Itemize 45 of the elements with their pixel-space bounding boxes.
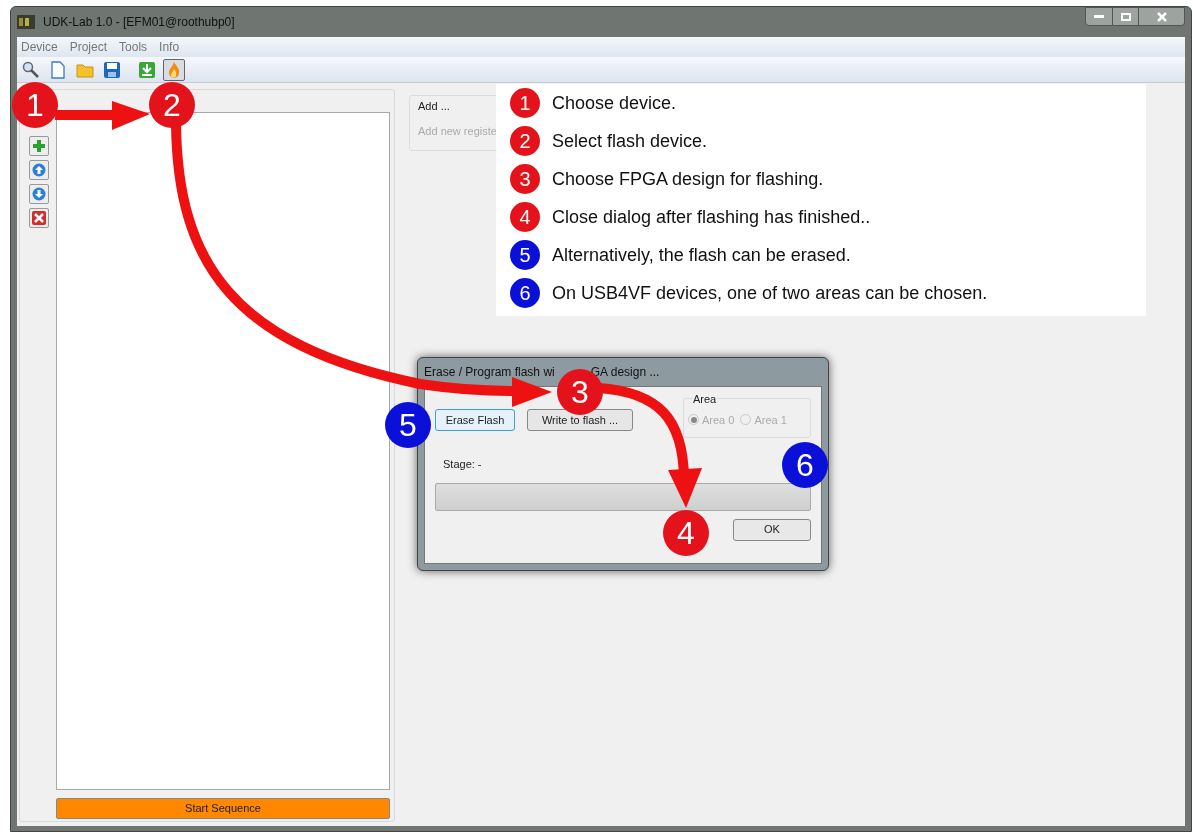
window-title: UDK-Lab 1.0 - [EFM01@roothubp0] <box>43 14 235 31</box>
number-badge: 3 <box>510 164 540 194</box>
start-sequence-button[interactable]: Start Sequence <box>56 798 390 819</box>
erase-flash-button[interactable]: Erase Flash <box>435 409 515 431</box>
side-button[interactable] <box>29 160 49 180</box>
flame-icon <box>167 60 181 79</box>
search-icon <box>22 60 40 79</box>
close-button[interactable] <box>1139 7 1185 26</box>
callout-text: Choose device. <box>552 91 677 115</box>
menu-item[interactable]: Info <box>159 38 180 56</box>
callout-text: Alternatively, the flash can be erased. <box>552 243 851 267</box>
number-badge: 6 <box>510 278 540 308</box>
number-badge: 1 <box>510 88 540 118</box>
menu-item[interactable]: Device <box>21 38 58 56</box>
write-to-flash-button[interactable]: Write to flash ... <box>527 409 633 431</box>
number-badge: 4 <box>510 202 540 232</box>
download-icon <box>138 60 156 79</box>
close-icon <box>1156 11 1167 22</box>
number-badge: 2 <box>510 126 540 156</box>
side-button[interactable] <box>29 208 49 228</box>
stage-label: Stage: - <box>443 457 482 472</box>
callout-text: Choose FPGA design for flashing. <box>552 167 824 191</box>
app-logo-icon <box>17 15 35 29</box>
callout-text: Select flash device. <box>552 129 708 153</box>
floppy-icon <box>103 60 121 79</box>
maximize-button[interactable] <box>1113 7 1139 26</box>
plus-icon <box>32 139 46 153</box>
menu-item[interactable]: Tools <box>119 38 148 56</box>
menu-item[interactable]: Project <box>69 38 108 56</box>
callout-text: On USB4VF devices, one of two areas can be chosen. <box>552 281 988 305</box>
callout-text: Close dialog after flashing has finished.. <box>552 205 871 229</box>
minimize-button[interactable] <box>1085 7 1113 26</box>
document-icon <box>50 60 66 79</box>
ok-button[interactable]: OK <box>733 518 811 541</box>
folder-icon <box>76 61 94 78</box>
down-arrow-icon <box>32 187 46 201</box>
add-register-field[interactable]: Add new registe <box>418 122 500 139</box>
side-button[interactable] <box>29 184 49 204</box>
dialog-title: Erase / Program flash wi <box>424 364 555 381</box>
delete-icon <box>32 211 46 225</box>
side-button[interactable] <box>29 136 49 156</box>
group-title: Add ... <box>418 99 451 114</box>
number-badge: 5 <box>510 240 540 270</box>
toolbar-button[interactable] <box>163 58 185 81</box>
up-arrow-icon <box>32 163 46 177</box>
